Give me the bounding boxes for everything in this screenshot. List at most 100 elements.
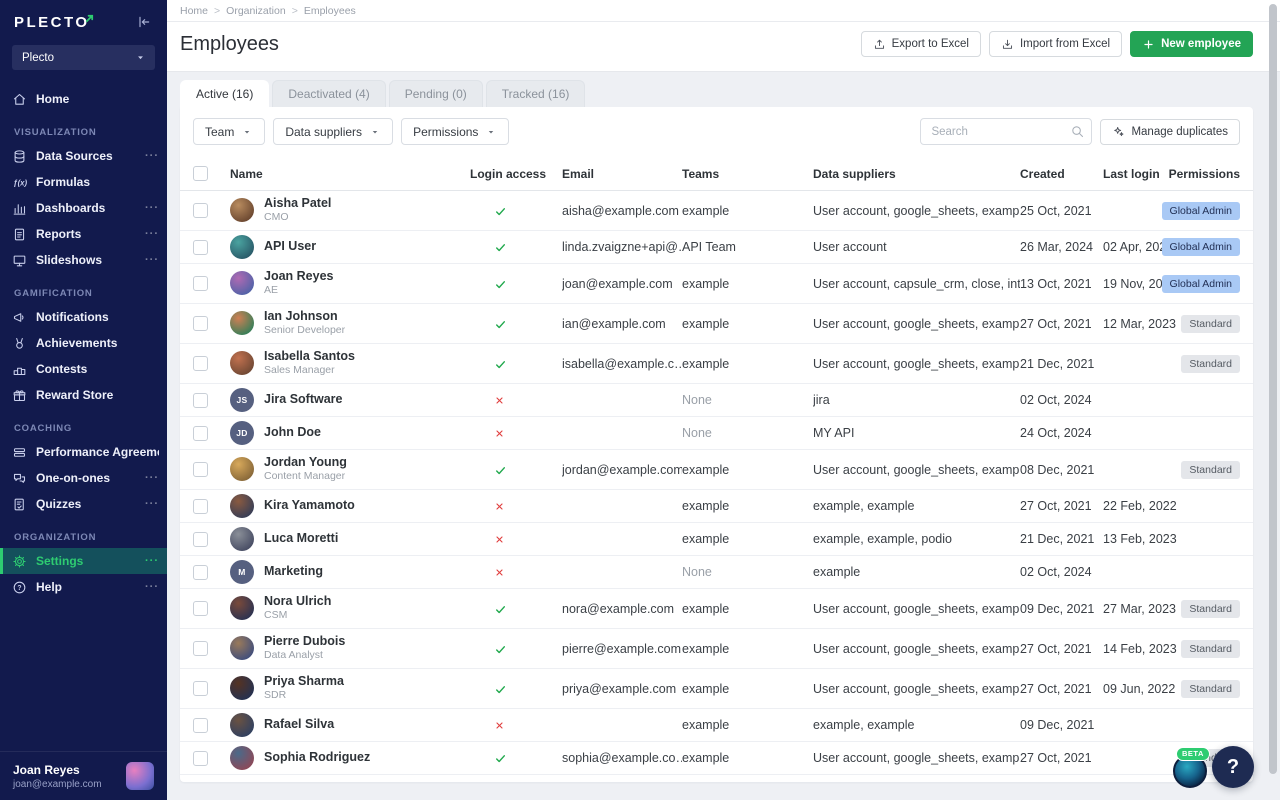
- item-more-button[interactable]: ···: [145, 472, 159, 484]
- table-row[interactable]: M Marketing None example 02 Oct, 2024: [180, 556, 1253, 589]
- logo-arrow-icon: [85, 10, 94, 27]
- row-checkbox[interactable]: [193, 499, 208, 514]
- export-icon: [873, 38, 886, 51]
- filter-team[interactable]: Team: [193, 118, 265, 145]
- column-header-created[interactable]: Created: [1020, 167, 1103, 181]
- sidebar-item-formulas[interactable]: ƒ(x)Formulas: [0, 169, 167, 195]
- sidebar-item-slideshows[interactable]: Slideshows ···: [0, 247, 167, 273]
- ai-assistant-button[interactable]: BETA: [1173, 754, 1207, 788]
- table-row[interactable]: Luca Moretti example example, example, p…: [180, 523, 1253, 556]
- medal-icon: [12, 336, 27, 351]
- table-row[interactable]: Ian Johnson Senior Developer ian@example…: [180, 304, 1253, 344]
- help-button[interactable]: ?: [1212, 746, 1254, 788]
- tab-tracked-16[interactable]: Tracked (16): [486, 80, 586, 107]
- sidebar-item-dashboards[interactable]: Dashboards···: [0, 195, 167, 221]
- column-header-data-suppliers[interactable]: Data suppliers: [813, 167, 1020, 181]
- row-checkbox[interactable]: [193, 641, 208, 656]
- organization-selector[interactable]: Plecto: [12, 45, 155, 70]
- sidebar-item-reward-store[interactable]: Reward Store: [0, 382, 167, 408]
- home-icon: [12, 92, 27, 107]
- sidebar-item-help[interactable]: ?Help···: [0, 574, 167, 600]
- table-row[interactable]: API User linda.zvaigzne+api@… API Team U…: [180, 231, 1253, 264]
- row-checkbox[interactable]: [193, 681, 208, 696]
- row-checkbox[interactable]: [193, 276, 208, 291]
- table-row[interactable]: Kira Yamamoto example example, example 2…: [180, 490, 1253, 523]
- breadcrumb-home[interactable]: Home: [180, 5, 208, 17]
- login-access-cell: [470, 316, 562, 330]
- column-header-teams[interactable]: Teams: [682, 167, 813, 181]
- row-checkbox[interactable]: [193, 240, 208, 255]
- item-more-button[interactable]: ···: [145, 150, 159, 162]
- employee-name: Kira Yamamoto: [264, 498, 355, 514]
- sidebar-item-notifications[interactable]: Notifications: [0, 304, 167, 330]
- tab-deactivated-4[interactable]: Deactivated (4): [272, 80, 385, 107]
- sidebar-item-label: Slideshows: [36, 253, 136, 267]
- collapse-sidebar-button[interactable]: [136, 13, 154, 31]
- row-checkbox[interactable]: [193, 532, 208, 547]
- table-row[interactable]: Sophia Rodriguez sophia@example.co… exam…: [180, 742, 1253, 775]
- login-access-cell: [470, 240, 562, 254]
- table-row[interactable]: JS Jira Software None jira 02 Oct, 2024: [180, 384, 1253, 417]
- tab-bar: Active (16)Deactivated (4)Pending (0)Tra…: [180, 80, 1280, 107]
- select-all-checkbox[interactable]: [193, 166, 208, 181]
- column-header-login-access[interactable]: Login access: [470, 167, 562, 181]
- table-row[interactable]: JD John Doe None MY API 24 Oct, 2024: [180, 417, 1253, 450]
- row-checkbox[interactable]: [193, 426, 208, 441]
- row-checkbox[interactable]: [193, 203, 208, 218]
- data-suppliers-cell: User account, capsule_crm, close, interc…: [813, 277, 1020, 291]
- table-row[interactable]: Aisha Patel CMO aisha@example.com exampl…: [180, 191, 1253, 231]
- tab-pending-0[interactable]: Pending (0): [389, 80, 483, 107]
- item-more-button[interactable]: ···: [145, 228, 159, 240]
- row-checkbox[interactable]: [193, 462, 208, 477]
- item-more-button[interactable]: ···: [145, 555, 159, 567]
- sidebar-item-contests[interactable]: Contests: [0, 356, 167, 382]
- sidebar-item-settings[interactable]: Settings···: [0, 548, 167, 574]
- tab-active-16[interactable]: Active (16): [180, 80, 269, 107]
- row-checkbox[interactable]: [193, 565, 208, 580]
- breadcrumb-employees[interactable]: Employees: [304, 5, 356, 17]
- check-icon: [494, 278, 507, 291]
- column-header-name[interactable]: Name: [220, 167, 470, 181]
- login-access-cell: [470, 681, 562, 695]
- item-more-button[interactable]: ···: [145, 202, 159, 214]
- column-header-permissions[interactable]: Permissions: [1169, 167, 1253, 181]
- data-suppliers-cell: jira: [813, 393, 1020, 407]
- row-checkbox[interactable]: [193, 601, 208, 616]
- manage-duplicates-button[interactable]: Manage duplicates: [1100, 119, 1240, 145]
- row-checkbox[interactable]: [193, 751, 208, 766]
- table-row[interactable]: Rafael Silva example example, example 09…: [180, 709, 1253, 742]
- table-row[interactable]: Isabella Santos Sales Manager isabella@e…: [180, 344, 1253, 384]
- sidebar-item-label: One-on-ones: [36, 471, 136, 485]
- sidebar-item-one-on-ones[interactable]: One-on-ones ···: [0, 465, 167, 491]
- row-checkbox[interactable]: [193, 316, 208, 331]
- breadcrumb-organization[interactable]: Organization: [226, 5, 286, 17]
- filter-permissions[interactable]: Permissions: [401, 118, 509, 145]
- row-checkbox[interactable]: [193, 356, 208, 371]
- column-header-email[interactable]: Email: [562, 167, 682, 181]
- sidebar-item-quizzes[interactable]: Quizzes···: [0, 491, 167, 517]
- table-row[interactable]: Jordan Young Content Manager jordan@exam…: [180, 450, 1253, 490]
- check-icon: [494, 464, 507, 477]
- table-row[interactable]: Nora Ulrich CSM nora@example.com example…: [180, 589, 1253, 629]
- scrollbar-thumb[interactable]: [1269, 4, 1277, 774]
- filter-data-suppliers[interactable]: Data suppliers: [273, 118, 393, 145]
- table-row[interactable]: Pierre Dubois Data Analyst pierre@exampl…: [180, 629, 1253, 669]
- export-to-excel-button[interactable]: Export to Excel: [861, 31, 981, 57]
- item-more-button[interactable]: ···: [145, 498, 159, 510]
- sidebar-item-home[interactable]: Home: [0, 86, 167, 112]
- import-from-excel-button[interactable]: Import from Excel: [989, 31, 1122, 57]
- new-employee-button[interactable]: New employee: [1130, 31, 1253, 57]
- table-row[interactable]: Joan Reyes AE joan@example.com example U…: [180, 264, 1253, 304]
- sidebar-item-performance-agreements[interactable]: Performance Agreements: [0, 439, 167, 465]
- item-more-button[interactable]: ···: [145, 581, 159, 593]
- sidebar-item-achievements[interactable]: Achievements: [0, 330, 167, 356]
- employee-role: Sales Manager: [264, 364, 355, 378]
- row-checkbox[interactable]: [193, 393, 208, 408]
- sidebar-user[interactable]: Joan Reyes joan@example.com: [0, 751, 167, 800]
- row-checkbox[interactable]: [193, 718, 208, 733]
- item-more-button[interactable]: ···: [145, 254, 159, 266]
- search-input[interactable]: [920, 118, 1092, 145]
- sidebar-item-reports[interactable]: Reports···: [0, 221, 167, 247]
- sidebar-item-data-sources[interactable]: Data Sources···: [0, 143, 167, 169]
- table-row[interactable]: Priya Sharma SDR priya@example.com examp…: [180, 669, 1253, 709]
